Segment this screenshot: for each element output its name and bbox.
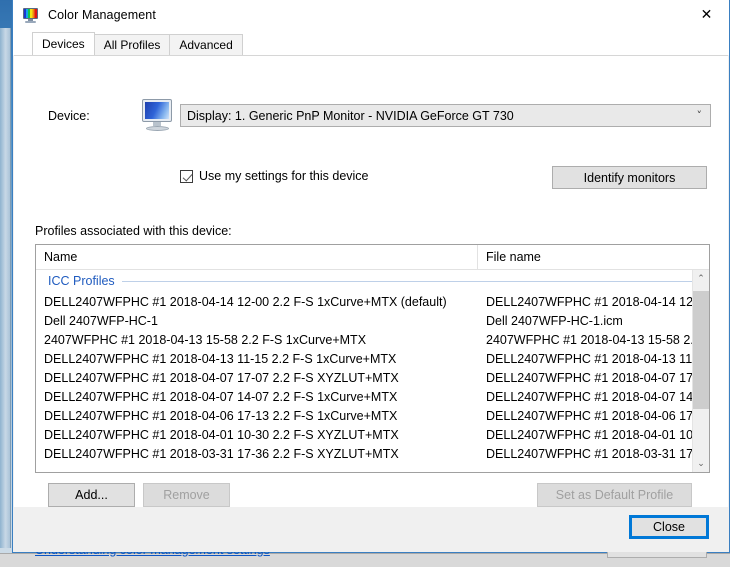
profile-name-cell: 2407WFPHC #1 2018-04-13 15-58 2.2 F-S 1x… [44,332,367,347]
device-dropdown-value: Display: 1. Generic PnP Monitor - NVIDIA… [187,108,514,123]
scrollbar-track[interactable] [693,287,709,455]
add-button[interactable]: Add... [48,483,135,507]
column-header-file-name[interactable]: File name [478,245,709,269]
tab-bar: Devices All Profiles Advanced [13,31,729,55]
group-title: ICC Profiles [48,274,115,288]
tab-all-profiles[interactable]: All Profiles [93,34,171,55]
profile-file-cell: DELL2407WFPHC #1 2018-04-01 10-3... [486,427,709,442]
remove-button[interactable]: Remove [143,483,230,507]
profile-name-cell: DELL2407WFPHC #1 2018-04-13 11-15 2.2 F-… [44,351,397,366]
list-header: Name File name [36,245,709,270]
table-row[interactable]: DELL2407WFPHC #1 2018-04-07 14-07 2.2 F-… [36,387,709,406]
checkbox-indicator[interactable] [180,169,193,183]
use-my-settings-checkbox[interactable]: Use my settings for this device [180,169,369,183]
color-management-dialog: Color Management ✕ Devices All Profiles … [12,0,730,558]
table-row[interactable]: 2407WFPHC #1 2018-04-13 15-58 2.2 F-S 1x… [36,330,709,349]
tab-devices[interactable]: Devices [32,32,95,55]
profile-name-cell: DELL2407WFPHC #1 2018-04-07 14-07 2.2 F-… [44,389,398,404]
table-row[interactable]: DELL2407WFPHC #1 2018-04-01 10-30 2.2 F-… [36,425,709,444]
chevron-down-icon: ˅ [696,109,703,122]
profile-name-cell: DELL2407WFPHC #1 2018-03-31 17-36 2.2 F-… [44,446,399,461]
devices-tab-panel: Device: Display: 1. Generic PnP Monitor … [14,55,728,558]
scroll-down-icon[interactable]: ⌄ [693,455,709,472]
profiles-section-label: Profiles associated with this device: [35,224,232,238]
profile-name-cell: DELL2407WFPHC #1 2018-04-01 10-30 2.2 F-… [44,427,399,442]
profile-file-cell: DELL2407WFPHC #1 2018-04-13 11-1... [486,351,709,366]
window-title: Color Management [48,8,156,22]
close-icon[interactable]: ✕ [684,0,729,30]
table-row[interactable]: DELL2407WFPHC #1 2018-04-06 17-13 2.2 F-… [36,406,709,425]
table-row[interactable]: DELL2407WFPHC #1 2018-04-13 11-15 2.2 F-… [36,349,709,368]
monitor-icon [139,98,179,134]
table-row[interactable]: Dell 2407WFP-HC-1 Dell 2407WFP-HC-1.icm [36,311,709,330]
set-as-default-profile-button[interactable]: Set as Default Profile [537,483,692,507]
scrollbar-thumb[interactable] [693,291,709,409]
table-row[interactable]: DELL2407WFPHC #1 2018-03-31 17-36 2.2 F-… [36,444,709,463]
profile-file-cell: DELL2407WFPHC #1 2018-04-14 12-0... [486,294,709,309]
tab-advanced[interactable]: Advanced [169,34,243,55]
scroll-up-icon[interactable]: ⌃ [693,270,709,287]
group-separator [121,280,695,282]
profile-name-cell: DELL2407WFPHC #1 2018-04-14 12-00 2.2 F-… [44,294,447,309]
table-row[interactable]: DELL2407WFPHC #1 2018-04-14 12-00 2.2 F-… [36,292,709,311]
identify-monitors-button[interactable]: Identify monitors [552,166,707,189]
profile-file-cell: DELL2407WFPHC #1 2018-03-31 17-3... [486,446,709,461]
table-row[interactable]: DELL2407WFPHC #1 2018-04-07 17-07 2.2 F-… [36,368,709,387]
list-body: ICC Profiles DELL2407WFPHC #1 2018-04-14… [36,270,709,472]
close-button[interactable]: Close [629,515,709,539]
profile-file-cell: DELL2407WFPHC #1 2018-04-07 14-0... [486,389,709,404]
profile-name-cell: DELL2407WFPHC #1 2018-04-07 17-07 2.2 F-… [44,370,399,385]
vertical-scrollbar[interactable]: ⌃ ⌄ [692,270,709,472]
title-bar: Color Management ✕ [13,0,729,31]
dialog-footer: Close [13,507,729,552]
profile-rows: DELL2407WFPHC #1 2018-04-14 12-00 2.2 F-… [36,292,709,463]
profile-file-cell: DELL2407WFPHC #1 2018-04-06 17-1... [486,408,709,423]
profile-file-cell: 2407WFPHC #1 2018-04-13 15-58 2.2 ... [486,332,709,347]
profile-name-cell: Dell 2407WFP-HC-1 [44,313,158,328]
color-monitor-icon [22,7,39,23]
use-my-settings-label: Use my settings for this device [199,169,369,183]
background-window-edge [0,28,11,548]
profiles-list: Name File name ICC Profiles DELL2407WFPH… [35,244,710,473]
device-row: Device: Display: 1. Generic PnP Monitor … [14,98,728,138]
profile-name-cell: DELL2407WFPHC #1 2018-04-06 17-13 2.2 F-… [44,408,398,423]
profile-file-cell: DELL2407WFPHC #1 2018-04-07 17-0... [486,370,709,385]
device-dropdown[interactable]: Display: 1. Generic PnP Monitor - NVIDIA… [180,104,711,127]
group-header-icc-profiles: ICC Profiles [36,270,709,292]
profile-file-cell: Dell 2407WFP-HC-1.icm [486,313,623,328]
column-header-name[interactable]: Name [36,245,478,269]
device-label: Device: [48,109,90,123]
